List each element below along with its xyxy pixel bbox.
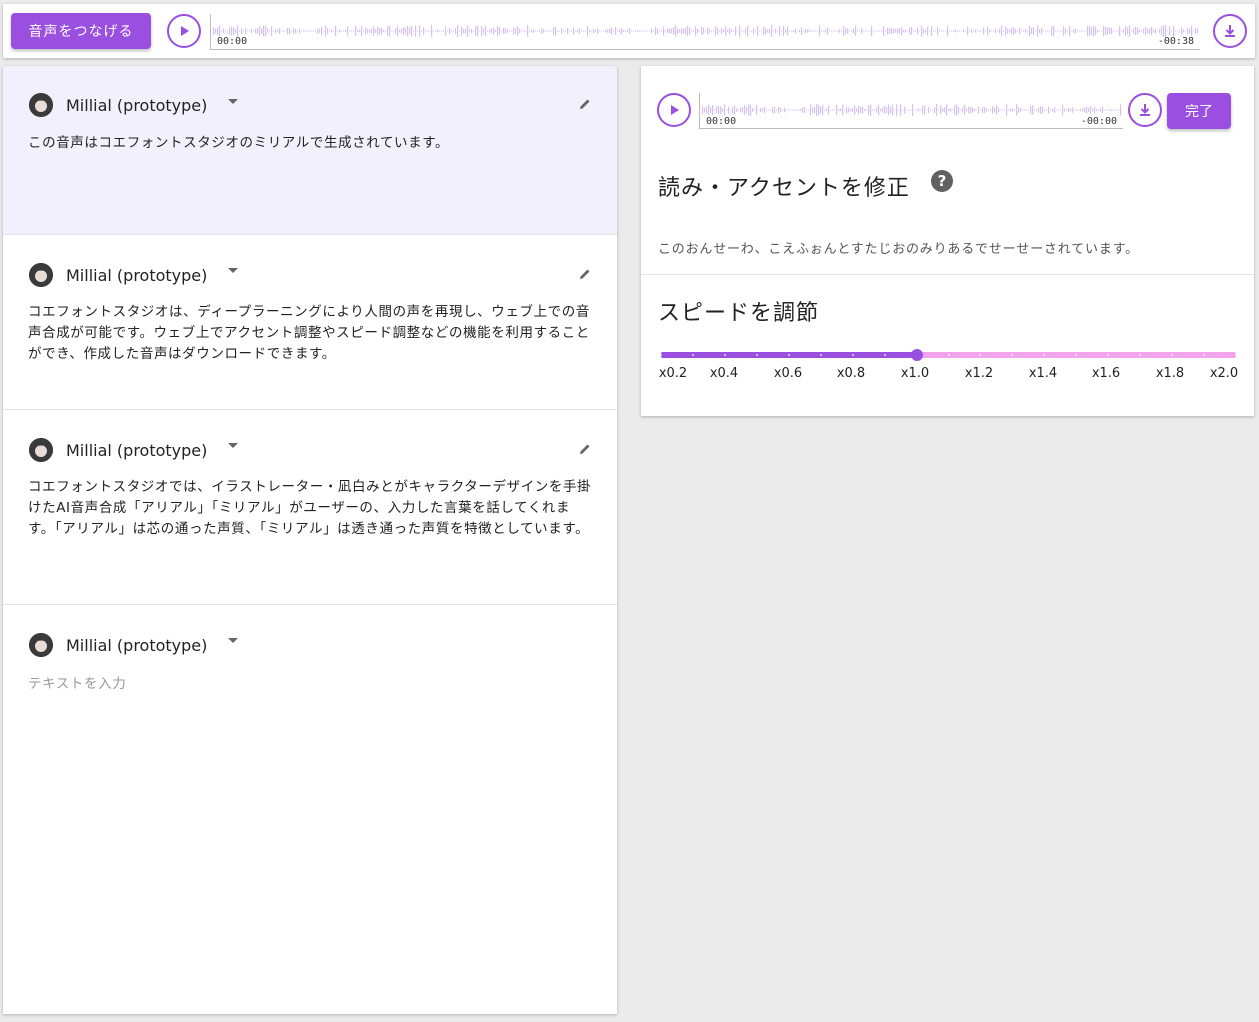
- slider-tick: [1075, 354, 1078, 356]
- block-editor-panel: 00:00 -00:00 完了 読み・アクセントを修正 ? このおんせーわ、こえ…: [641, 66, 1254, 416]
- text-block[interactable]: Millial (prototype) コエフォントスタジオでは、イラストレータ…: [3, 410, 617, 605]
- speaker-avatar: [29, 93, 53, 117]
- slider-tick: [979, 354, 982, 356]
- speaker-dropdown-caret[interactable]: [228, 638, 238, 643]
- speed-tick-label: x0.4: [709, 366, 739, 381]
- edit-icon[interactable]: [577, 96, 593, 112]
- slider-tick: [1203, 354, 1206, 356]
- text-block[interactable]: Millial (prototype) テキストを入力: [3, 605, 617, 1014]
- block-text[interactable]: コエフォントスタジオは、ディープラーニングにより人間の声を再現し、ウェブ上での音…: [28, 302, 593, 365]
- download-icon: [1225, 25, 1235, 37]
- slider-tick: [755, 354, 758, 356]
- speaker-avatar: [29, 438, 53, 462]
- time-remaining: -00:00: [1080, 116, 1117, 127]
- speaker-dropdown-caret[interactable]: [228, 443, 238, 448]
- accent-title: 読み・アクセントを修正: [658, 176, 910, 201]
- slider-tick: [1043, 354, 1046, 356]
- done-button[interactable]: 完了: [1167, 93, 1231, 129]
- speed-tick-label: x1.2: [964, 366, 994, 381]
- download-block-button[interactable]: [1128, 93, 1162, 127]
- download-icon: [1140, 104, 1150, 116]
- slider-tick: [819, 354, 822, 356]
- speaker-name: Millial (prototype): [66, 266, 208, 285]
- block-waveform[interactable]: 00:00 -00:00: [699, 93, 1123, 129]
- slider-tick: [947, 354, 950, 356]
- slider-tick: [1235, 354, 1237, 356]
- speaker-name: Millial (prototype): [66, 441, 208, 460]
- speaker-avatar: [29, 633, 53, 657]
- play-icon: [671, 105, 679, 115]
- divider: [641, 274, 1254, 275]
- block-text[interactable]: コエフォントスタジオでは、イラストレーター・凪白みとがキャラクターデザインを手掛…: [28, 477, 593, 540]
- text-block[interactable]: Millial (prototype) この音声はコエフォントスタジオのミリアル…: [3, 66, 617, 235]
- time-remaining: -00:38: [1157, 36, 1194, 47]
- slider-tick: [787, 354, 790, 356]
- speed-tick-label: x1.6: [1091, 366, 1121, 381]
- edit-icon[interactable]: [577, 441, 593, 457]
- speaker-avatar: [29, 263, 53, 287]
- slider-tick: [1171, 354, 1174, 356]
- slider-tick: [1107, 354, 1110, 356]
- slider-tick: [1011, 354, 1014, 356]
- join-audio-button[interactable]: 音声をつなげる: [11, 13, 151, 49]
- text-block-list: Millial (prototype) この音声はコエフォントスタジオのミリアル…: [3, 66, 617, 1014]
- slider-tick: [883, 354, 886, 356]
- speed-tick-label: x2.0: [1209, 366, 1239, 381]
- slider-tick: [691, 354, 694, 356]
- speed-tick-label: x0.2: [658, 366, 688, 381]
- speed-slider[interactable]: [660, 349, 1237, 361]
- speed-title: スピードを調節: [658, 301, 820, 326]
- play-block-button[interactable]: [657, 93, 691, 127]
- slider-tick: [1139, 354, 1142, 356]
- speed-tick-label: x1.8: [1155, 366, 1185, 381]
- slider-tick: [660, 354, 662, 356]
- edit-icon[interactable]: [577, 266, 593, 282]
- text-block[interactable]: Millial (prototype) コエフォントスタジオは、ディープラーニン…: [3, 235, 617, 410]
- time-start: 00:00: [217, 36, 248, 47]
- speaker-dropdown-caret[interactable]: [228, 268, 238, 273]
- reading-text[interactable]: このおんせーわ、こえふぉんとすたじおのみりあるでせーせーされています。: [658, 238, 1139, 257]
- time-start: 00:00: [706, 116, 737, 127]
- speed-tick-label: x0.8: [836, 366, 866, 381]
- text-input[interactable]: テキストを入力: [28, 674, 593, 695]
- speaker-name: Millial (prototype): [66, 636, 208, 655]
- slider-tick: [851, 354, 854, 356]
- speed-tick-label: x1.4: [1028, 366, 1058, 381]
- slider-thumb[interactable]: [910, 349, 923, 361]
- speed-tick-label: x1.0: [900, 366, 930, 381]
- play-all-button[interactable]: [167, 14, 201, 48]
- top-player-bar: 音声をつなげる 00:00 -00:38: [3, 4, 1255, 58]
- speed-tick-label: x0.6: [773, 366, 803, 381]
- help-icon[interactable]: ?: [931, 170, 953, 192]
- speaker-name: Millial (prototype): [66, 96, 208, 115]
- play-icon: [181, 26, 189, 36]
- slider-tick: [723, 354, 726, 356]
- waveform[interactable]: 00:00 -00:38: [210, 14, 1200, 50]
- speaker-dropdown-caret[interactable]: [228, 99, 238, 104]
- block-text[interactable]: この音声はコエフォントスタジオのミリアルで生成されています。: [28, 133, 593, 154]
- download-all-button[interactable]: [1213, 14, 1247, 48]
